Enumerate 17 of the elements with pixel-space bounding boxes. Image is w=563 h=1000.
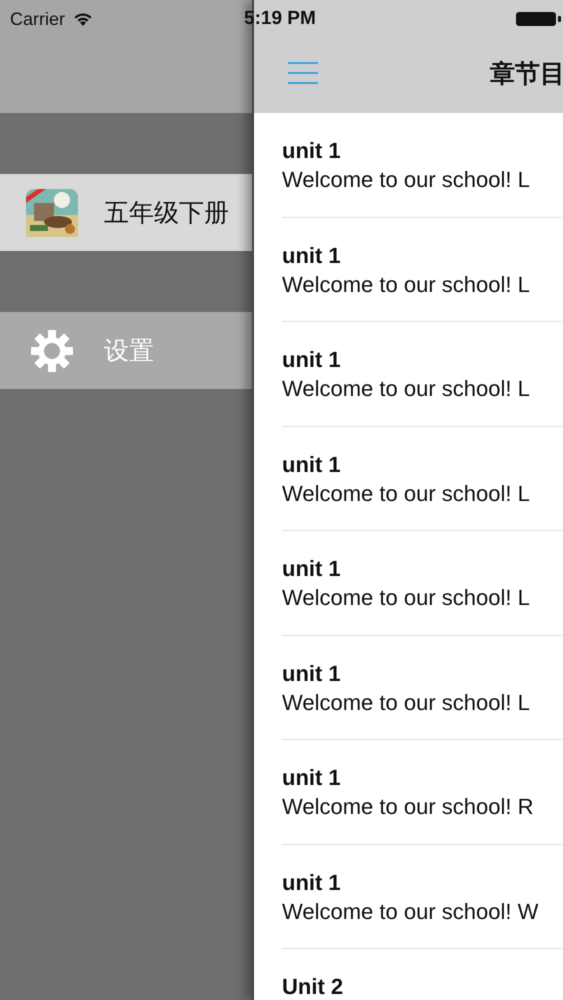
- chapter-row[interactable]: unit 1 Welcome to our school! L: [282, 426, 563, 531]
- settings-icon: [30, 328, 74, 372]
- chapter-row[interactable]: unit 1 Welcome to our school! L: [282, 113, 563, 218]
- menu-button[interactable]: [288, 60, 318, 86]
- menu-icon: [288, 60, 318, 86]
- battery-icon: [515, 10, 563, 28]
- chapter-row[interactable]: unit 1 Welcome to our school! W: [282, 844, 563, 949]
- chapter-row[interactable]: unit 1 Welcome to our school! L: [282, 218, 563, 322]
- chapter-row[interactable]: unit 1 Welcome to our school! L: [282, 531, 563, 636]
- nav-title: 章节目: [490, 58, 563, 90]
- drawer-item[interactable]: 五年级下册: [0, 174, 252, 251]
- chapter-row[interactable]: unit 1 Welcome to our school! L: [282, 322, 563, 426]
- wifi-icon: [73, 12, 94, 26]
- carrier-label: Carrier: [10, 8, 66, 30]
- chapter-row[interactable]: Unit 2: [282, 949, 563, 1000]
- chapter-row[interactable]: unit 1 Welcome to our school! L: [282, 636, 563, 740]
- chapter-row[interactable]: unit 1 Welcome to our school! R: [282, 740, 563, 844]
